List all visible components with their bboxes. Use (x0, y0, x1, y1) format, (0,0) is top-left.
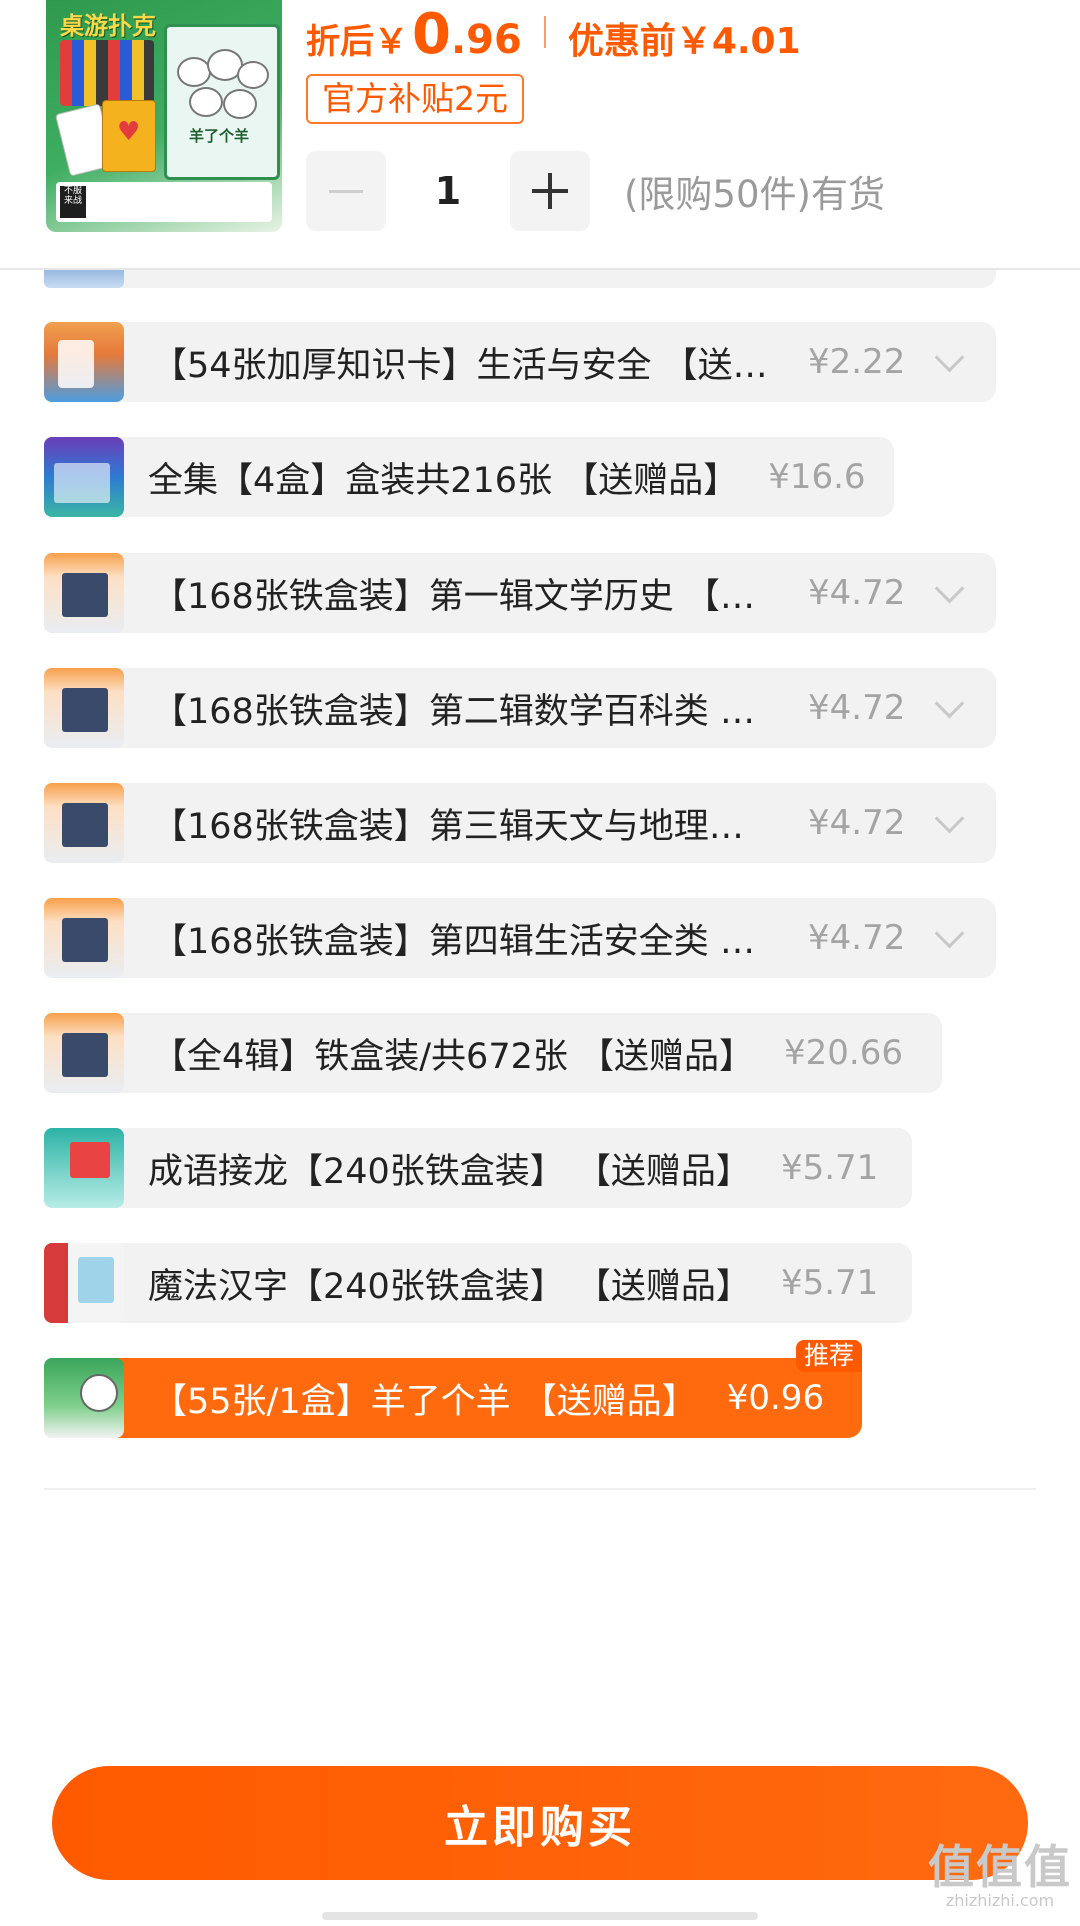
watermark: 值值值 zhizhizhi.com (928, 1842, 1072, 1910)
tin-box-thumb (44, 668, 124, 748)
product-header: 桌游扑克 羊了个羊 不服来战 折后￥ 0 .96 优惠前￥4.01 官方补贴2元… (0, 0, 1080, 270)
option-item[interactable]: 【168张铁盒装】第四辑生活安全类 【送赠品】 ¥4.72 (44, 898, 996, 978)
heart-card-image (102, 100, 156, 172)
option-label: 【54张加厚知识卡】生活与安全 【送赠品】 (152, 345, 778, 386)
option-price: ¥2.22 (808, 342, 906, 382)
option-label: 【全4辑】铁盒装/共672张 【送赠品】 (152, 1036, 754, 1077)
option-label: 成语接龙【240张铁盒装】 【送赠品】 (148, 1151, 751, 1192)
home-indicator[interactable] (322, 1912, 758, 1920)
watermark-url: zhizhizhi.com (945, 1891, 1055, 1910)
purchase-limit-stock: (限购50件)有货 (624, 173, 885, 216)
chevron-down-icon[interactable] (934, 342, 965, 372)
product-thumbnail: 桌游扑克 羊了个羊 不服来战 (46, 0, 282, 232)
option-item[interactable]: 【168张铁盒装】第一辑文学历史 【送赠品】 ¥4.72 (44, 553, 996, 633)
price-prefix: 折后￥ (306, 22, 408, 62)
thumbnail-game-name: 羊了个羊 (188, 127, 249, 145)
subsidy-badge: 官方补贴2元 (306, 74, 524, 124)
recommend-badge: 推荐 (795, 1340, 862, 1372)
idiom-thumb (44, 1128, 124, 1208)
tin-box-thumb (44, 898, 124, 978)
set-box-thumb (44, 437, 124, 517)
option-item[interactable]: 【168张铁盒装】第二辑数学百科类 【送赠品】 ¥4.72 (44, 668, 996, 748)
price-integer: 0 (412, 2, 451, 67)
tin-box-thumb (44, 553, 124, 633)
option-item[interactable]: 【168张铁盒装】第三辑天文与地理类【送赠品】 ¥4.72 (44, 783, 996, 863)
option-price: ¥5.71 (780, 1148, 879, 1188)
quantity-value[interactable]: 1 (386, 169, 510, 213)
chevron-down-icon[interactable] (934, 688, 965, 718)
option-price: ¥0.96 (726, 1378, 825, 1418)
card-strip-image: 不服来战 (56, 182, 272, 222)
option-item[interactable]: 魔法汉字【240张铁盒装】 【送赠品】 ¥5.71 (44, 1243, 912, 1323)
option-label: 【168张铁盒装】第二辑数学百科类 【送赠品】 (152, 691, 778, 732)
poker-cards-image (60, 40, 154, 106)
option-item[interactable]: 【54张加厚知识卡】生活与安全 【送赠品】 ¥2.22 (44, 322, 996, 402)
option-label: 魔法汉字【240张铁盒装】 【送赠品】 (148, 1266, 751, 1307)
option-label: 【168张铁盒装】第一辑文学历史 【送赠品】 (152, 576, 778, 617)
sheep-thumb (44, 1358, 124, 1438)
option-item[interactable]: 成语接龙【240张铁盒装】 【送赠品】 ¥5.71 (44, 1128, 912, 1208)
option-price: ¥5.71 (780, 1263, 879, 1303)
option-price: ¥20.66 (784, 1033, 903, 1073)
buy-now-button[interactable]: 立即购买 (52, 1766, 1028, 1880)
quantity-stepper: 1 (限购50件)有货 (306, 150, 885, 232)
increase-button[interactable] (510, 151, 590, 231)
option-label: 全集【4盒】盒装共216张 【送赠品】 (148, 460, 739, 501)
game-box-image: 羊了个羊 (164, 24, 280, 180)
option-item[interactable]: 【全4辑】铁盒装/共672张 【送赠品】 ¥20.66 (44, 1013, 942, 1093)
option-price: ¥4.72 (808, 918, 906, 958)
option-item[interactable]: 全集【4盒】盒装共216张 【送赠品】 ¥16.6 (44, 437, 894, 517)
option-label: 【55张/1盒】羊了个羊 【送赠品】 (152, 1381, 697, 1422)
minus-icon (329, 189, 363, 193)
option-label: 【168张铁盒装】第三辑天文与地理类【送赠品】 (152, 806, 778, 847)
thumbnail-brand: 桌游扑克 (60, 12, 156, 40)
section-divider (44, 1488, 1036, 1490)
option-price: ¥4.72 (808, 803, 906, 843)
tin-box-thumb (44, 1013, 124, 1093)
option-price: ¥4.72 (808, 573, 906, 613)
option-price: ¥4.72 (808, 688, 906, 728)
thumbnail-tag: 不服来战 (60, 186, 86, 218)
safety-card-thumb (44, 322, 124, 402)
chevron-down-icon[interactable] (934, 803, 965, 833)
price-before-discount: 优惠前￥4.01 (567, 21, 801, 62)
tin-box-thumb (44, 783, 124, 863)
option-label: 【168张铁盒装】第四辑生活安全类 【送赠品】 (152, 921, 778, 962)
price-row: 折后￥ 0 .96 优惠前￥4.01 (306, 2, 801, 67)
chevron-down-icon[interactable] (934, 918, 965, 948)
hanzi-thumb (44, 1243, 124, 1323)
decrease-button[interactable] (306, 151, 386, 231)
price-divider (543, 16, 546, 48)
chevron-down-icon[interactable] (934, 573, 965, 603)
option-item-selected[interactable]: 【55张/1盒】羊了个羊 【送赠品】 ¥0.96 推荐 (44, 1340, 862, 1438)
watermark-logo: 值值值 (928, 1840, 1072, 1894)
price-decimal: .96 (450, 17, 522, 63)
option-price: ¥16.6 (768, 457, 866, 497)
